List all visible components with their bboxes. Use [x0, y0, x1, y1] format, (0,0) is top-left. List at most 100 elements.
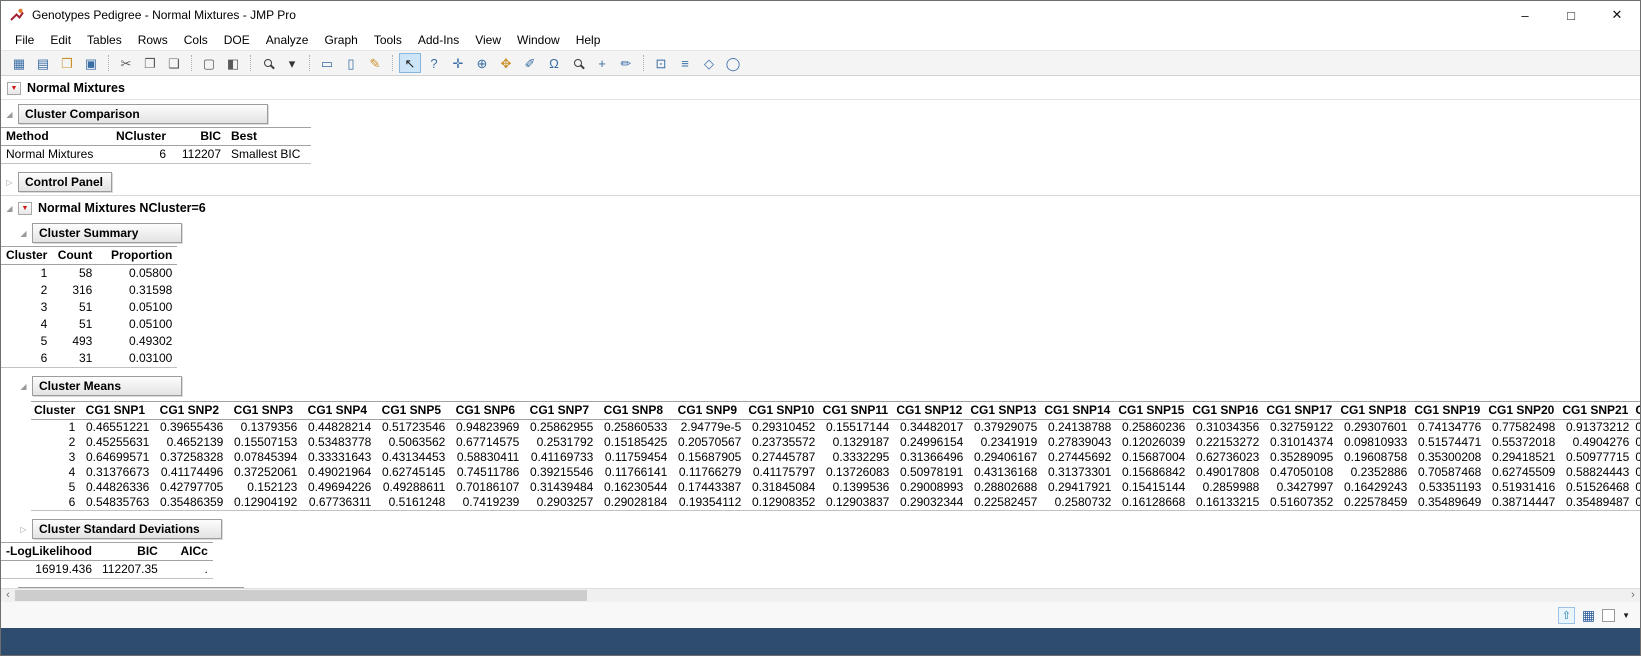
cell: 0.37252061: [226, 465, 300, 480]
menu-rows[interactable]: Rows: [130, 31, 176, 49]
window-title: Genotypes Pedigree - Normal Mixtures - J…: [32, 8, 296, 22]
disclosure-open-icon[interactable]: ◢: [3, 204, 16, 213]
cell: 0.2580732: [1040, 495, 1114, 511]
disclosure-closed-icon[interactable]: ▷: [17, 525, 30, 534]
cell: 0.7419239: [448, 495, 522, 511]
cell: 0.13726083: [818, 465, 892, 480]
minimize-button[interactable]: –: [1502, 1, 1548, 29]
cell: 0.35300208: [1410, 450, 1484, 465]
cell: 0.19354112: [670, 495, 744, 511]
line-style-icon[interactable]: ≡: [674, 53, 696, 73]
horizontal-scrollbar[interactable]: ‹ ›: [1, 588, 1640, 602]
zoom-tool-icon[interactable]: [567, 53, 589, 73]
menu-addins[interactable]: Add-Ins: [410, 31, 467, 49]
cluster-means-table: ClusterCG1 SNP1CG1 SNP2CG1 SNP3CG1 SNP4C…: [31, 401, 1640, 511]
edit-annotation-icon[interactable]: ✎: [364, 53, 386, 73]
save-icon[interactable]: ▣: [80, 53, 102, 73]
cell: 0.51607352: [1262, 495, 1336, 511]
table-row: 50.448263360.427977050.1521230.496942260…: [31, 480, 1640, 495]
journal-icon[interactable]: ▭: [316, 53, 338, 73]
header-cluster-standard-deviations[interactable]: Cluster Standard Deviations: [32, 519, 222, 539]
arrow-tool-icon[interactable]: ↖: [399, 53, 421, 73]
menu-edit[interactable]: Edit: [42, 31, 79, 49]
cell: 0.12903837: [818, 495, 892, 511]
column-header: CG1 SNP5: [374, 402, 448, 420]
window-grid-icon[interactable]: ▦: [1582, 607, 1595, 624]
cell: 0.43134453: [374, 450, 448, 465]
status-swatch[interactable]: [1602, 609, 1615, 622]
red-triangle-menu-icon[interactable]: ▼: [18, 202, 32, 215]
oval-tool-icon[interactable]: ◯: [722, 53, 744, 73]
cell: 0.51723546: [374, 420, 448, 436]
cell: 0.31034356: [1188, 420, 1262, 436]
pencil-tool-icon[interactable]: ✏: [615, 53, 637, 73]
cell: 0.03100: [97, 350, 177, 368]
cell: 6: [31, 495, 78, 511]
help-tool-icon[interactable]: ?: [423, 53, 445, 73]
close-button[interactable]: ✕: [1594, 1, 1640, 29]
disclosure-open-icon[interactable]: ◢: [17, 382, 30, 391]
new-journal-icon[interactable]: ▤: [32, 53, 54, 73]
disclosure-open-icon[interactable]: ◢: [3, 110, 16, 119]
cell: 0.61: [1632, 480, 1640, 495]
search-dropdown-icon[interactable]: ▾: [281, 53, 303, 73]
toolbar-separator: [191, 55, 192, 71]
toolbar-separator: [108, 55, 109, 71]
status-menu-dropdown-icon[interactable]: ▼: [1622, 611, 1630, 620]
scroll-left-icon[interactable]: ‹: [1, 589, 15, 602]
text-annotate-icon[interactable]: ⊡: [650, 53, 672, 73]
menu-window[interactable]: Window: [509, 31, 568, 49]
menu-tools[interactable]: Tools: [366, 31, 410, 49]
polygon-tool-icon[interactable]: ◇: [698, 53, 720, 73]
cell: 0.43136168: [966, 465, 1040, 480]
layout-icon[interactable]: ▯: [340, 53, 362, 73]
cell: 0.51931416: [1484, 480, 1558, 495]
cell: 0.1329187: [818, 435, 892, 450]
menu-view[interactable]: View: [467, 31, 509, 49]
header-cluster-comparison[interactable]: Cluster Comparison: [18, 104, 268, 124]
open-icon[interactable]: ❒: [56, 53, 78, 73]
header-control-panel[interactable]: Control Panel: [18, 172, 112, 192]
cell: 6: [1, 350, 52, 368]
cell: 0.29418521: [1484, 450, 1558, 465]
scrollbar-thumb[interactable]: [15, 590, 587, 601]
menu-graph[interactable]: Graph: [316, 31, 365, 49]
header-cluster-means[interactable]: Cluster Means: [32, 376, 182, 396]
brush-tool-icon[interactable]: ✐: [519, 53, 541, 73]
menu-analyze[interactable]: Analyze: [258, 31, 317, 49]
scroll-right-icon[interactable]: ›: [1626, 589, 1640, 602]
menu-doe[interactable]: DOE: [216, 31, 258, 49]
jmp-window: Genotypes Pedigree - Normal Mixtures - J…: [0, 0, 1641, 656]
search-icon[interactable]: [257, 53, 279, 73]
cell: 0.35486359: [152, 495, 226, 511]
cell: 0.64699571: [78, 450, 152, 465]
script-window-icon[interactable]: ▢: [198, 53, 220, 73]
cell: 0.51526468: [1558, 480, 1632, 495]
menu-file[interactable]: File: [7, 31, 42, 49]
paste-icon[interactable]: ❏: [163, 53, 185, 73]
menu-tables[interactable]: Tables: [79, 31, 130, 49]
menu-cols[interactable]: Cols: [176, 31, 216, 49]
cell: 0.4904276: [1558, 435, 1632, 450]
disclosure-open-icon[interactable]: ◢: [17, 229, 30, 238]
globe-tool-icon[interactable]: ⊕: [471, 53, 493, 73]
maximize-button[interactable]: □: [1548, 1, 1594, 29]
plus-tool-icon[interactable]: +: [591, 53, 613, 73]
cell: 0.31439484: [522, 480, 596, 495]
crosshair-tool-icon[interactable]: ✛: [447, 53, 469, 73]
scroll-to-top-icon[interactable]: ⇧: [1558, 607, 1575, 624]
lasso-tool-icon[interactable]: Ω: [543, 53, 565, 73]
cluster-means-table-wrap: ClusterCG1 SNP1CG1 SNP2CG1 SNP3CG1 SNP4C…: [31, 398, 1640, 517]
lock-icon[interactable]: ◧: [222, 53, 244, 73]
cell: 0.74134776: [1410, 420, 1484, 436]
new-data-table-icon[interactable]: ▦: [8, 53, 30, 73]
menu-help[interactable]: Help: [568, 31, 609, 49]
disclosure-closed-icon[interactable]: ▷: [3, 178, 16, 187]
table-row: 60.548357630.354863590.129041920.6773631…: [31, 495, 1640, 511]
cut-icon[interactable]: ✂: [115, 53, 137, 73]
grabber-tool-icon[interactable]: ✥: [495, 53, 517, 73]
red-triangle-menu-icon[interactable]: ▼: [7, 82, 21, 95]
copy-icon[interactable]: ❐: [139, 53, 161, 73]
header-cluster-summary[interactable]: Cluster Summary: [32, 223, 182, 243]
table-header-row: -LogLikelihoodBICAICc: [1, 543, 213, 561]
